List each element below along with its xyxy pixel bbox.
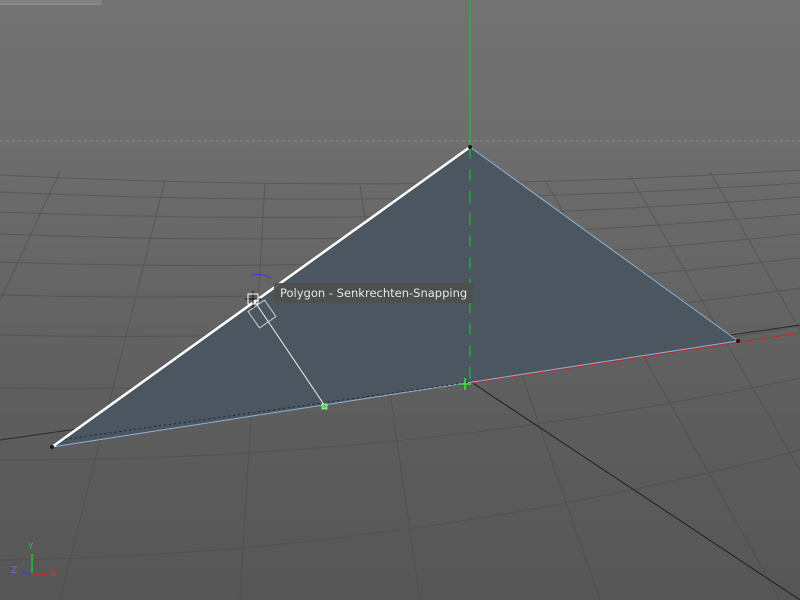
axis-gizmo-icon: Y Z X — [6, 540, 66, 590]
3d-viewport[interactable]: Polygon - Senkrechten-Snapping Y Z X — [0, 0, 800, 600]
snap-point[interactable] — [321, 403, 328, 410]
gizmo-z-axis — [21, 571, 33, 575]
gizmo-z-label: Z — [11, 566, 18, 576]
gizmo-y-label: Y — [28, 542, 34, 552]
snapping-tooltip: Polygon - Senkrechten-Snapping — [274, 283, 474, 303]
rotation-hint-arc — [249, 273, 272, 279]
gizmo-x-label: X — [50, 569, 57, 579]
vertex-point[interactable] — [736, 339, 740, 343]
vertex-point[interactable] — [468, 145, 472, 149]
vertex-point[interactable] — [50, 445, 54, 449]
world-depth-axis — [464, 377, 800, 600]
